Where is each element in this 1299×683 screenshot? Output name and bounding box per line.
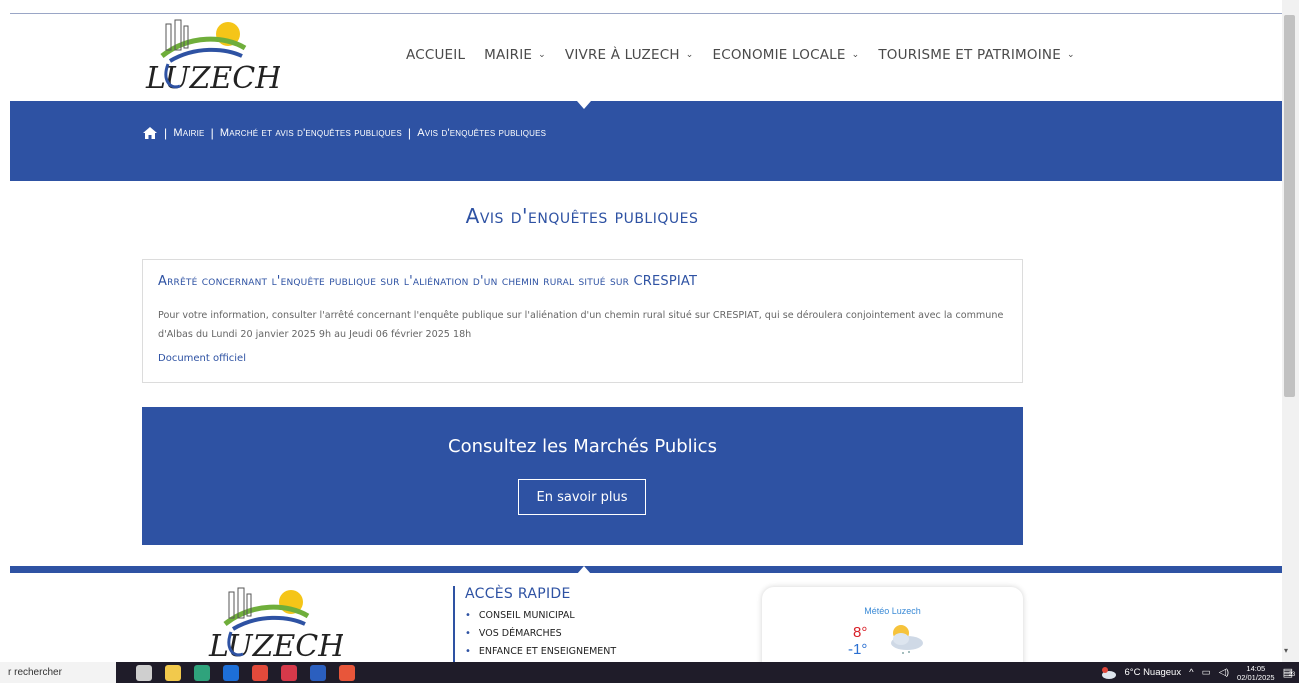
banner-notch [577,101,591,109]
main-nav: ACCUEIL MAIRIE ⌄ VIVRE À LUZECH ⌄ ECONOMIE LO… [406,47,1094,63]
article-card: Arrêté concernant l'enquête publique sur… [142,259,1023,383]
footer-luzech-logo[interactable]: LUZECH [203,584,343,662]
taskbar-search-input[interactable]: r rechercher [0,662,116,683]
bullet-icon: • [465,646,471,657]
tray-time: 14:05 [1246,663,1266,673]
weather-cloud-icon [1102,666,1117,679]
nav-item-economie-locale[interactable]: ECONOMIE LOCALE ⌄ [712,47,859,63]
article-body: Pour votre information, consulter l'arrê… [158,306,1018,344]
breadcrumb-mairie[interactable]: Mairie [173,127,204,139]
tray-clock[interactable]: 14:05 02/01/2025 [1237,664,1275,682]
bullet-icon: • [465,628,471,639]
outlook-icon[interactable] [223,664,239,681]
quick-link-education[interactable]: • ENFANCE ET ENSEIGNEMENT [465,646,616,657]
article-body-line: Pour votre information, consulter l'arrê… [158,310,1004,321]
home-icon[interactable] [142,126,158,140]
quick-link-label: ENFANCE ET ENSEIGNEMENT [478,646,617,657]
tray-date: 02/01/2025 [1237,672,1275,682]
quick-link-procedures[interactable]: • VOS DÉMARCHES [465,628,616,639]
edge-icon[interactable] [194,664,210,681]
cta-title: Consultez les Marchés Publics [448,436,717,457]
notification-icon[interactable]: ▤ 23 [1283,666,1296,679]
breadcrumb-banner [10,101,1282,181]
article-title[interactable]: Arrêté concernant l'enquête publique sur… [158,274,697,289]
quick-link-council[interactable]: • CONSEIL MUNICIPAL [465,610,616,621]
volume-icon[interactable]: ◁) [1219,667,1229,678]
scroll-down-arrow-icon[interactable]: ▾ [1284,646,1288,655]
tray-chevron-up-icon[interactable]: ^ [1189,667,1193,678]
breadcrumb-separator: | [407,126,412,140]
quick-access: ACCÈS RAPIDE • CONSEIL MUNICIPAL • VOS DÉM… [453,586,616,662]
nav-item-vivre-à-luzech[interactable]: VIVRE À LUZECH ⌄ [565,47,694,63]
nav-label: MAIRIE [484,47,533,63]
breadcrumb-separator: | [210,126,214,140]
nav-label: VIVRE À LUZECH [564,47,680,63]
chevron-down-icon: ⌄ [851,50,860,60]
chevron-down-icon: ⌄ [685,50,694,60]
article-body-line: d'Albas du Lundi 20 janvier 2025 9h au J… [158,329,472,340]
cloudy-sun-icon [891,625,923,654]
luzech-logo[interactable]: LUZECH [140,16,280,96]
quick-access-title: ACCÈS RAPIDE [465,586,571,602]
nav-label: ACCUEIL [406,47,466,63]
task-view-icon[interactable] [136,664,152,681]
breadcrumb-separator: | [164,126,168,140]
chevron-down-icon: ⌄ [1066,50,1075,60]
ccleaner-icon[interactable] [281,664,297,681]
top-divider [10,13,1282,14]
word-icon[interactable] [310,664,326,681]
bullet-icon: • [465,610,471,621]
page-title: Avis d'enquêtes publiques [465,204,699,228]
nav-item-accueil[interactable]: ACCUEIL [406,47,465,63]
quick-link-label: CONSEIL MUNICIPAL [478,610,575,621]
weather-widget[interactable]: Météo Luzech 8° -1° [762,587,1023,662]
nav-label: TOURISME ET PATRIMOINE [878,47,1061,63]
chrome-icon[interactable] [252,664,268,681]
weather-low: -1° [848,641,868,658]
file-explorer-icon[interactable] [165,664,181,681]
tray-weather[interactable]: 6°C Nuageux [1124,667,1181,678]
windows-taskbar: r rechercher 6°C Nuageux ^ ▭ ◁) 14:05 02… [0,662,1299,683]
nav-item-mairie[interactable]: MAIRIE ⌄ [484,47,546,63]
breadcrumb-marche[interactable]: Marché et avis d'enquêtes publiques [220,127,402,139]
document-link[interactable]: Document officiel [158,353,246,364]
nav-label: ECONOMIE LOCALE [712,47,846,63]
weather-high: 8° [853,624,868,641]
public-markets-cta: Consultez les Marchés Publics En savoir … [142,407,1023,545]
nav-item-tourisme-et-patrimoine[interactable]: TOURISME ET PATRIMOINE ⌄ [878,47,1074,63]
taskbar-apps [136,662,355,683]
weather-title: Météo Luzech [864,606,921,616]
quick-link-label: VOS DÉMARCHES [478,628,562,639]
network-icon[interactable]: ▭ [1202,667,1211,678]
breadcrumb-current: Avis d'enquêtes publiques [417,127,547,139]
learn-more-button[interactable]: En savoir plus [518,479,646,515]
app-icon[interactable] [339,664,355,681]
notification-count: 23 [1288,672,1296,678]
scrollbar-thumb[interactable] [1284,15,1295,397]
system-tray: 6°C Nuageux ^ ▭ ◁) 14:05 02/01/2025 ▤ 23 [1100,662,1296,683]
breadcrumb: | Mairie | Marché et avis d'enquêtes pub… [142,126,546,140]
chevron-down-icon: ⌄ [538,50,546,60]
footer-notch [577,566,591,574]
footer-divider [10,566,1282,573]
browser-viewport: LUZECH ACCUEIL MAIRIE ⌄ VIVRE À LUZECH ⌄ ECON… [0,0,1299,662]
